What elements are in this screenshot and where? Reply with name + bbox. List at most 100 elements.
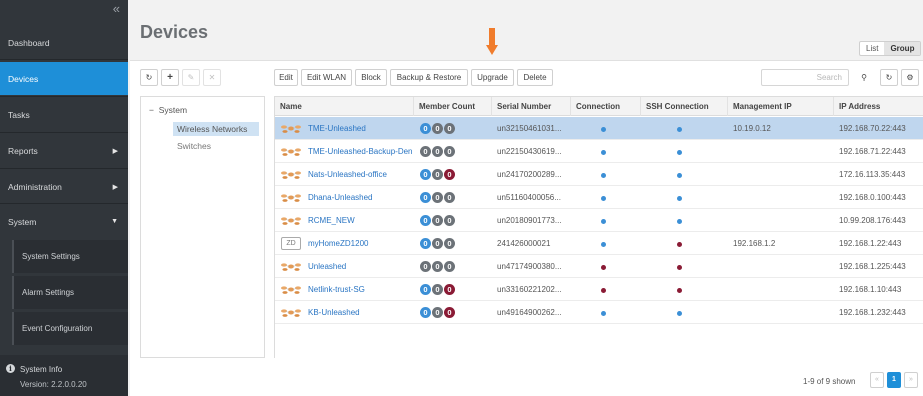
collapse-sidebar-icon[interactable]: « [113,1,120,16]
table-row[interactable]: Nats-Unleashed-office 0 0 0 un24170200289...… [275,163,923,186]
member-count-badge[interactable]: 0 [420,215,431,226]
group-tree: − System Wireless Networks Switches [140,96,265,358]
member-count-badge[interactable]: 0 [420,284,431,295]
sidebar-item-dashboard[interactable]: Dashboard [0,26,128,59]
sidebar-item-reports[interactable]: Reports ▶ [0,134,128,167]
member-count-badge[interactable]: 0 [432,123,443,134]
device-name-link[interactable]: Dhana-Unleashed [308,193,373,202]
sidebar-item-system[interactable]: System ▼ [0,205,128,238]
ssh-status-dot [677,196,682,201]
device-name-link[interactable]: TME-Unleashed [308,124,366,133]
system-info[interactable]: i System Info Version: 2.2.0.0.20 [0,355,128,396]
sidebar-item-devices[interactable]: Devices [0,62,128,95]
sidebar-item-tasks[interactable]: Tasks [0,98,128,131]
member-count-badge[interactable]: 0 [444,215,455,226]
search-input[interactable] [761,69,849,86]
page-1-button[interactable]: 1 [887,372,901,388]
column-header-member-count[interactable]: Member Count [414,97,492,116]
tree-node-wireless-networks[interactable]: Wireless Networks [173,122,259,136]
tree-node-switches[interactable]: Switches [173,139,259,153]
table-row[interactable]: Netlink-trust-SG 0 0 0 un33160221202... 192.1… [275,278,923,301]
table-row[interactable]: Dhana-Unleashed 0 0 0 un51160400056... 192.16… [275,186,923,209]
edit-button[interactable]: Edit [274,69,298,86]
member-count-badge[interactable]: 0 [420,307,431,318]
table-row[interactable]: TME-Unleashed-Backup-Den 0 0 0 un22150430619… [275,140,923,163]
table-row[interactable]: KB-Unleashed 0 0 0 un49164900262... 192.168.1… [275,301,923,324]
sidebar-item-label: Tasks [8,109,30,120]
device-name-link[interactable]: KB-Unleashed [308,308,360,317]
device-name-link[interactable]: myHomeZD1200 [308,239,368,248]
member-count-badge[interactable]: 0 [444,238,455,249]
connection-status-dot [601,265,606,270]
sidebar-item-label: Administration [8,181,62,192]
member-count-badge[interactable]: 0 [420,169,431,180]
tree-root-label: System [158,105,188,115]
member-count-badge[interactable]: 0 [444,169,455,180]
column-header-ssh-connection[interactable]: SSH Connection [641,97,728,116]
table-row[interactable]: Unleashed 0 0 0 un47174900380... 192.168.1.22… [275,255,923,278]
tree-root[interactable]: − System [149,105,187,115]
member-count-badge[interactable]: 0 [432,146,443,157]
management-ip-cell: 192.168.1.2 [733,239,776,248]
delete-button[interactable]: Delete [517,69,553,86]
device-name-link[interactable]: RCME_NEW [308,216,355,225]
member-count-badge[interactable]: 0 [444,192,455,203]
search-button[interactable]: ⚲ [855,69,873,86]
serial-number-cell: un24170200289... [497,170,562,179]
edit-wlan-button[interactable]: Edit WLAN [301,69,352,86]
tree-add-button[interactable]: + [161,69,179,86]
column-header-name[interactable]: Name [275,97,414,116]
settings-button[interactable]: ⚙ [901,69,919,86]
member-count-badge[interactable]: 0 [420,238,431,249]
column-header-serial-number[interactable]: Serial Number [492,97,571,116]
ip-address-cell: 192.168.1.225:443 [839,262,906,271]
management-ip-cell: 10.19.0.12 [733,124,771,133]
tree-refresh-button[interactable]: ↻ [140,69,158,86]
sidebar-subitem-system-settings[interactable]: System Settings [12,240,128,273]
member-count-badge[interactable]: 0 [432,169,443,180]
member-count-badge[interactable]: 0 [444,146,455,157]
backup-restore-button[interactable]: Backup & Restore [390,69,468,86]
member-count-badge[interactable]: 0 [444,261,455,272]
member-count-badge[interactable]: 0 [444,307,455,318]
member-count-badge[interactable]: 0 [420,261,431,272]
block-button[interactable]: Block [355,69,387,86]
member-count-badge[interactable]: 0 [432,284,443,295]
device-name-link[interactable]: Netlink-trust-SG [308,285,365,294]
tree-edit-button[interactable]: ✎ [182,69,200,86]
upgrade-button[interactable]: Upgrade [471,69,514,86]
device-name-link[interactable]: TME-Unleashed-Backup-Den [308,147,413,156]
sidebar-subitem-alarm-settings[interactable]: Alarm Settings [12,276,128,309]
collapse-toggle-icon[interactable]: − [149,105,154,115]
member-count-badge[interactable]: 0 [420,146,431,157]
sidebar-item-administration[interactable]: Administration ▶ [0,170,128,203]
sidebar-subitem-event-configuration[interactable]: Event Configuration [12,312,128,345]
table-row[interactable]: TME-Unleashed 0 0 0 un32150461031... 10.19.0.… [275,117,923,140]
refresh-button[interactable]: ↻ [880,69,898,86]
ssh-status-dot [677,288,682,293]
list-view-button[interactable]: List [860,42,884,55]
zonedirector-icon: ZD [281,237,301,250]
member-count-badge[interactable]: 0 [432,215,443,226]
column-header-connection[interactable]: Connection [571,97,641,116]
member-count-badge[interactable]: 0 [432,261,443,272]
name-cell: ZD myHomeZD1200 [275,232,414,255]
member-count-badge[interactable]: 0 [444,284,455,295]
member-count-badge[interactable]: 0 [444,123,455,134]
device-name-link[interactable]: Nats-Unleashed-office [308,170,387,179]
member-count-badge[interactable]: 0 [432,192,443,203]
table-row[interactable]: ZD myHomeZD1200 0 0 0 241426000021 192.168.1.2… [275,232,923,255]
tree-delete-button[interactable]: ✕ [203,69,221,86]
column-header-ip-address[interactable]: IP Address [834,97,923,116]
prev-page-button[interactable]: « [870,372,884,388]
member-count-badge[interactable]: 0 [432,307,443,318]
next-page-button[interactable]: » [904,372,918,388]
group-view-button[interactable]: Group [884,42,921,55]
member-count-badge[interactable]: 0 [420,123,431,134]
connection-status-dot [601,196,606,201]
table-row[interactable]: RCME_NEW 0 0 0 un20180901773... 10.99.208.176… [275,209,923,232]
member-count-badge[interactable]: 0 [432,238,443,249]
device-name-link[interactable]: Unleashed [308,262,346,271]
member-count-badge[interactable]: 0 [420,192,431,203]
column-header-management-ip[interactable]: Management IP [728,97,834,116]
